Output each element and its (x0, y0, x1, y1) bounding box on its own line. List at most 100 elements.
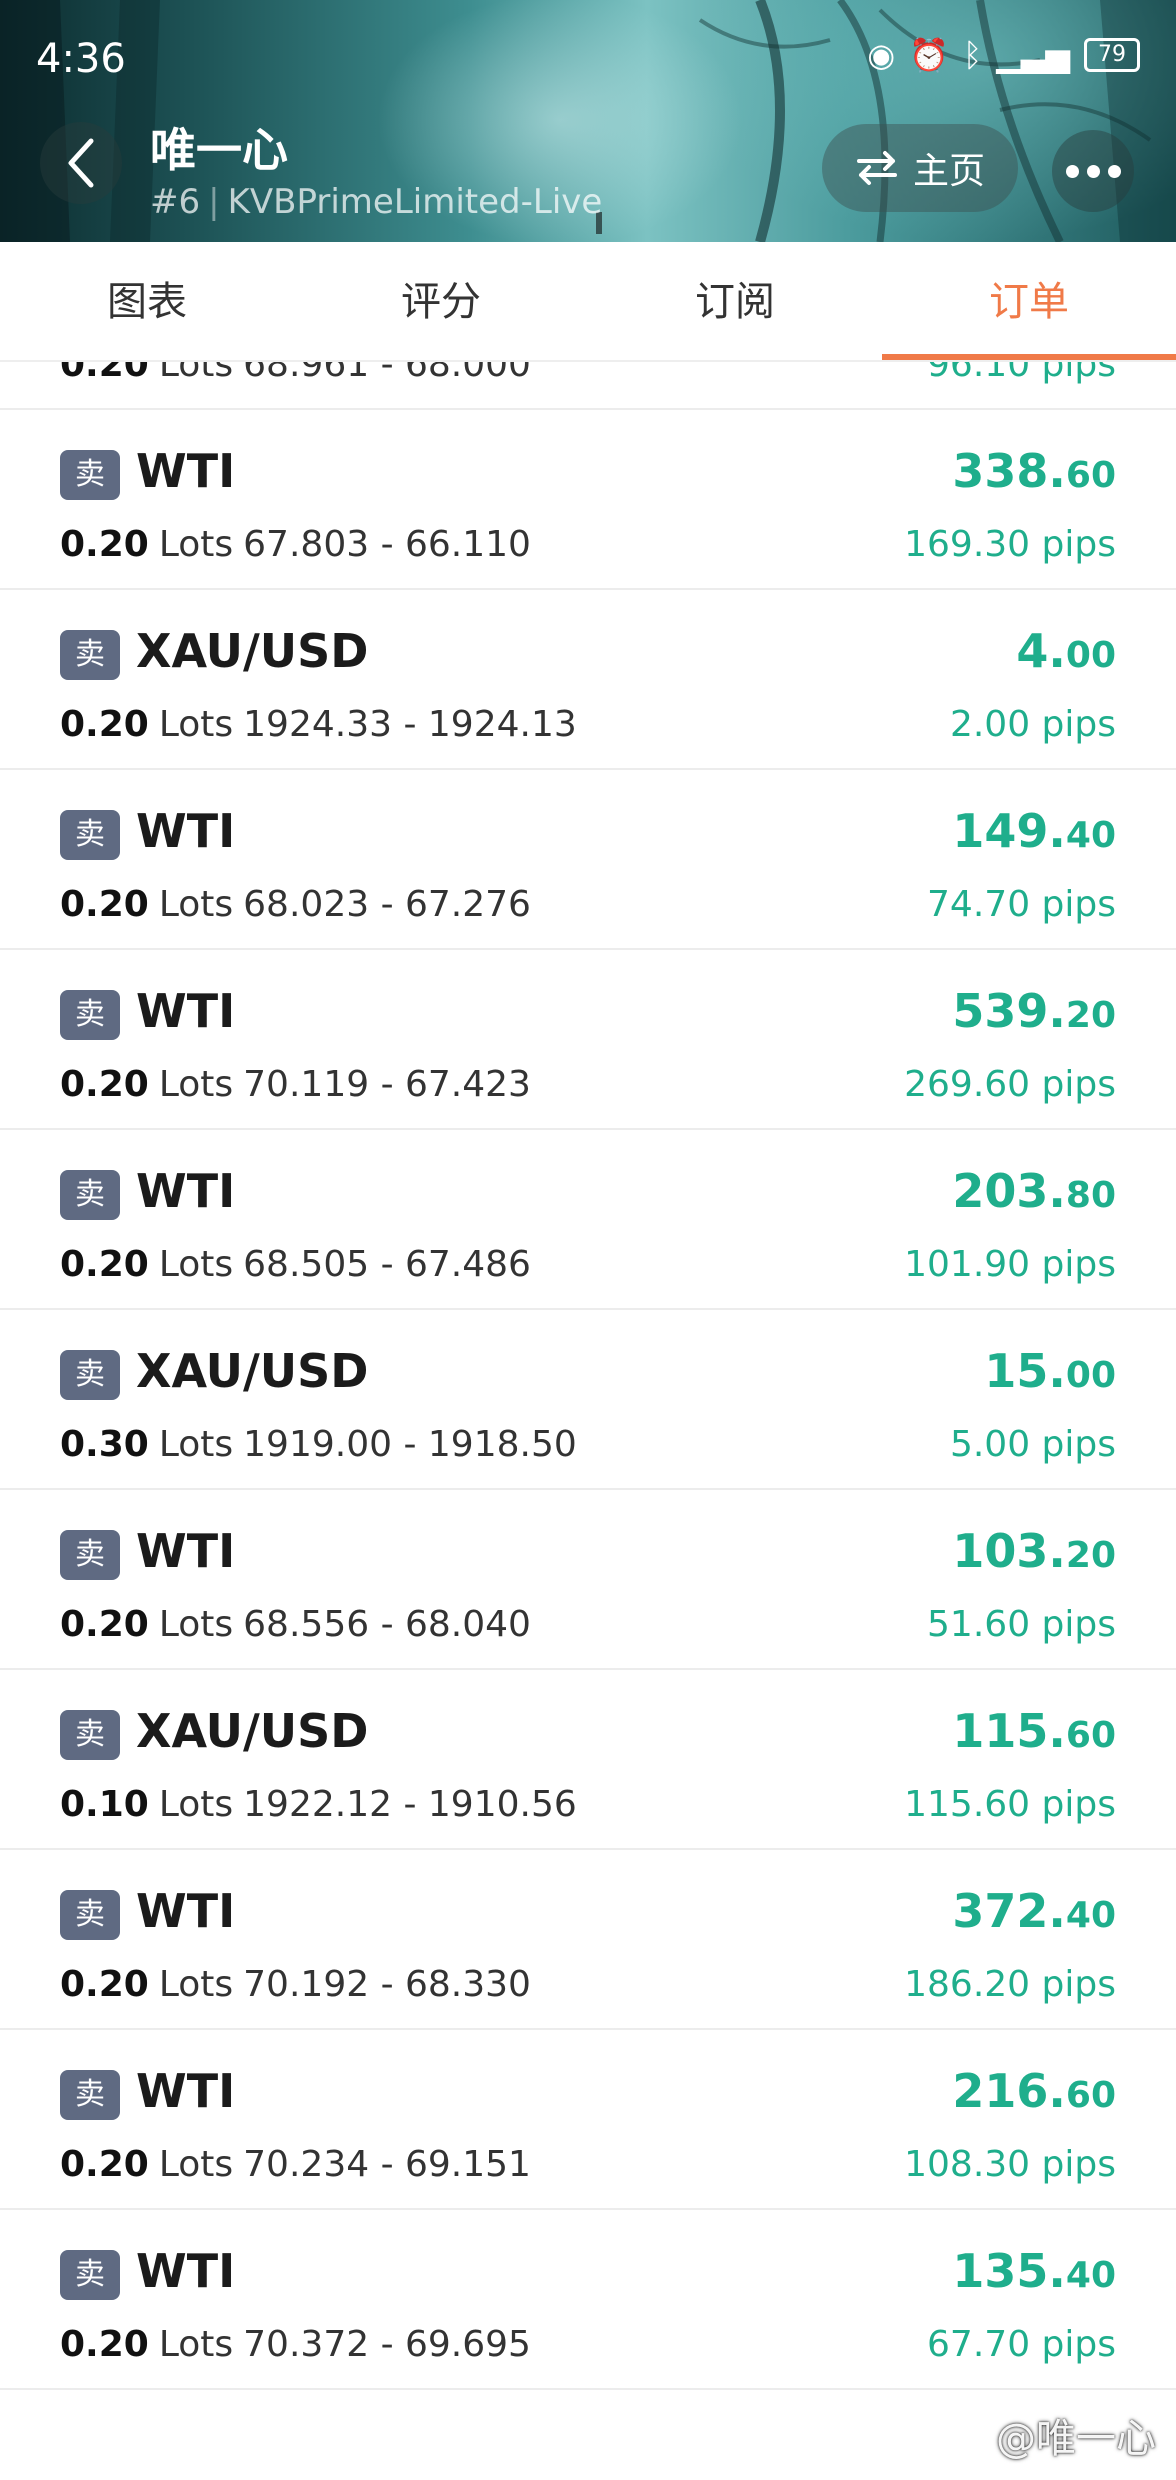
bluetooth-icon: ᛒ (962, 36, 983, 74)
order-profit-dec: 00 (1065, 1355, 1116, 1396)
tab-orders-label: 订单 (989, 279, 1069, 325)
order-symbol: XAU/USD (136, 1344, 369, 1398)
order-pips: 5.00 pips (949, 1424, 1116, 1465)
order-row[interactable]: 卖 WTI 0.20 Lots 68.023 - 67.276 149.40 74.70 p… (0, 770, 1176, 950)
order-profit-int: 203. (952, 1164, 1066, 1218)
order-profit: 539.20 (952, 984, 1116, 1038)
order-detail: 0.20 Lots 70.372 - 69.695 (60, 2324, 531, 2365)
tab-subscribe[interactable]: 订阅 (588, 242, 882, 360)
order-pips: 2.00 pips (949, 704, 1116, 745)
active-tab-indicator (882, 354, 1176, 360)
order-symbol: WTI (136, 2244, 236, 2298)
separator: | (208, 182, 220, 222)
back-button[interactable] (40, 122, 122, 204)
order-lots: 0.20 (60, 524, 149, 565)
order-profit-int: 15. (984, 1344, 1066, 1398)
order-profit-int: 103. (952, 1524, 1066, 1578)
order-row[interactable]: 卖 XAU/USD 0.30 Lots 1919.00 - 1918.50 15.00 5.… (0, 1310, 1176, 1490)
order-row[interactable]: 卖 WTI 0.20 Lots 67.803 - 66.110 338.60 169.30 … (0, 410, 1176, 590)
order-symbol: XAU/USD (136, 624, 369, 678)
order-profit-int: 149. (952, 804, 1066, 858)
account-subtitle: #6 | KVBPrimeLimited-Live (150, 182, 602, 222)
order-pips: 96.10 pips (927, 362, 1116, 385)
tab-orders[interactable]: 订单 (882, 242, 1176, 360)
sell-badge: 卖 (60, 450, 120, 500)
order-symbol: WTI (136, 804, 236, 858)
home-button[interactable]: 主页 (822, 124, 1018, 212)
order-detail: 0.20 Lots 68.556 - 68.040 (60, 1604, 531, 1645)
order-pips: 101.90 pips (904, 1244, 1116, 1285)
order-profit-int: 338. (952, 444, 1066, 498)
order-pips: 269.60 pips (904, 1064, 1116, 1105)
order-pips: 67.70 pips (927, 2324, 1116, 2365)
order-row[interactable]: 卖 WTI 0.20 Lots 68.556 - 68.040 103.20 51.60 p… (0, 1490, 1176, 1670)
order-lots: 0.10 (60, 1784, 149, 1825)
order-lots: 0.20 (60, 704, 149, 745)
broker-label: KVBPrimeLimited-Live (227, 182, 603, 222)
order-row[interactable]: 卖 WTI 0.20 Lots 70.192 - 68.330 372.40 186.20 … (0, 1850, 1176, 2030)
order-price-range: 70.372 - 69.695 (243, 2324, 531, 2365)
order-list[interactable]: 卖WTI0.20Lots68.961 - 68.000192.2096.10 p… (0, 362, 1176, 2480)
order-lots-unit: Lots (158, 1064, 234, 1105)
sell-badge: 卖 (60, 2250, 120, 2300)
order-detail: 0.20 Lots 70.119 - 67.423 (60, 1064, 531, 1105)
sell-badge: 卖 (60, 810, 120, 860)
order-profit-int: 539. (952, 984, 1066, 1038)
sell-badge: 卖 (60, 1170, 120, 1220)
order-symbol: WTI (136, 984, 236, 1038)
order-detail: 0.30 Lots 1919.00 - 1918.50 (60, 1424, 577, 1465)
order-profit: 149.40 (952, 804, 1116, 858)
order-row[interactable]: 卖 XAU/USD 0.20 Lots 1924.33 - 1924.13 4.00 2.0… (0, 590, 1176, 770)
order-price-range: 1919.00 - 1918.50 (243, 1424, 577, 1465)
battery-icon: 79 (1084, 38, 1140, 72)
order-profit-int: 216. (952, 2064, 1066, 2118)
order-symbol: WTI (136, 444, 236, 498)
order-profit-dec: 60 (1065, 2075, 1116, 2116)
order-price-range: 70.234 - 69.151 (243, 2144, 531, 2185)
order-lots-unit: Lots (158, 362, 234, 385)
order-price-range: 1924.33 - 1924.13 (243, 704, 577, 745)
order-price-range: 70.119 - 67.423 (243, 1064, 531, 1105)
order-row[interactable]: 卖 WTI 0.20 Lots 70.119 - 67.423 539.20 269.60 … (0, 950, 1176, 1130)
order-row[interactable]: 卖 XAU/USD 0.10 Lots 1922.12 - 1910.56 115.60 1… (0, 1670, 1176, 1850)
order-price-range: 68.023 - 67.276 (243, 884, 531, 925)
tab-bar: 图表 评分 订阅 订单 (0, 242, 1176, 362)
order-profit-dec: 80 (1065, 1175, 1116, 1216)
order-row[interactable]: 卖 WTI 0.20 Lots 68.505 - 67.486 203.80 101.90 … (0, 1130, 1176, 1310)
order-row[interactable]: 卖WTI0.20Lots68.961 - 68.000192.2096.10 p… (0, 362, 1176, 410)
order-detail: 0.10 Lots 1922.12 - 1910.56 (60, 1784, 577, 1825)
order-detail: 0.20 Lots 68.961 - 68.000 (60, 362, 531, 385)
order-profit: 4.00 (1016, 624, 1116, 678)
order-price-range: 68.961 - 68.000 (243, 362, 531, 385)
swap-icon (856, 151, 897, 185)
dot (1086, 164, 1100, 178)
order-profit-int: 372. (952, 1884, 1066, 1938)
order-lots-unit: Lots (158, 524, 234, 565)
order-lots-unit: Lots (158, 704, 234, 745)
order-symbol: WTI (136, 1164, 236, 1218)
order-profit-int: 115. (952, 1704, 1066, 1758)
order-lots: 0.20 (60, 1064, 149, 1105)
order-profit-dec: 20 (1065, 1535, 1116, 1576)
order-price-range: 68.556 - 68.040 (243, 1604, 531, 1645)
order-lots: 0.20 (60, 2144, 149, 2185)
order-row[interactable]: 卖 WTI 0.20 Lots 70.372 - 69.695 135.40 67.70 p… (0, 2210, 1176, 2390)
more-options-button[interactable] (1052, 130, 1134, 212)
sell-badge: 卖 (60, 1710, 120, 1760)
order-row[interactable]: 卖 WTI 0.20 Lots 70.234 - 69.151 216.60 108.30 … (0, 2030, 1176, 2210)
order-price-range: 1922.12 - 1910.56 (243, 1784, 577, 1825)
order-lots-unit: Lots (158, 1604, 234, 1645)
order-list-content: 卖WTI0.20Lots68.961 - 68.000192.2096.10 p… (0, 362, 1176, 2390)
tab-chart[interactable]: 图表 (0, 242, 294, 360)
status-icons: ◉ ⏰ ᛒ ▁▃▅ 79 (867, 38, 1140, 72)
order-profit-dec: 40 (1065, 1895, 1116, 1936)
order-profit: 15.00 (984, 1344, 1116, 1398)
signal-icon: ▁▃▅ (996, 36, 1070, 74)
tab-rating[interactable]: 评分 (294, 242, 588, 360)
order-profit-dec: 40 (1065, 2255, 1116, 2296)
page-title: 唯一心 (150, 123, 288, 177)
order-profit-dec: 40 (1065, 815, 1116, 856)
order-detail: 0.20 Lots 1924.33 - 1924.13 (60, 704, 577, 745)
dot (1107, 164, 1121, 178)
order-symbol: WTI (136, 1884, 236, 1938)
